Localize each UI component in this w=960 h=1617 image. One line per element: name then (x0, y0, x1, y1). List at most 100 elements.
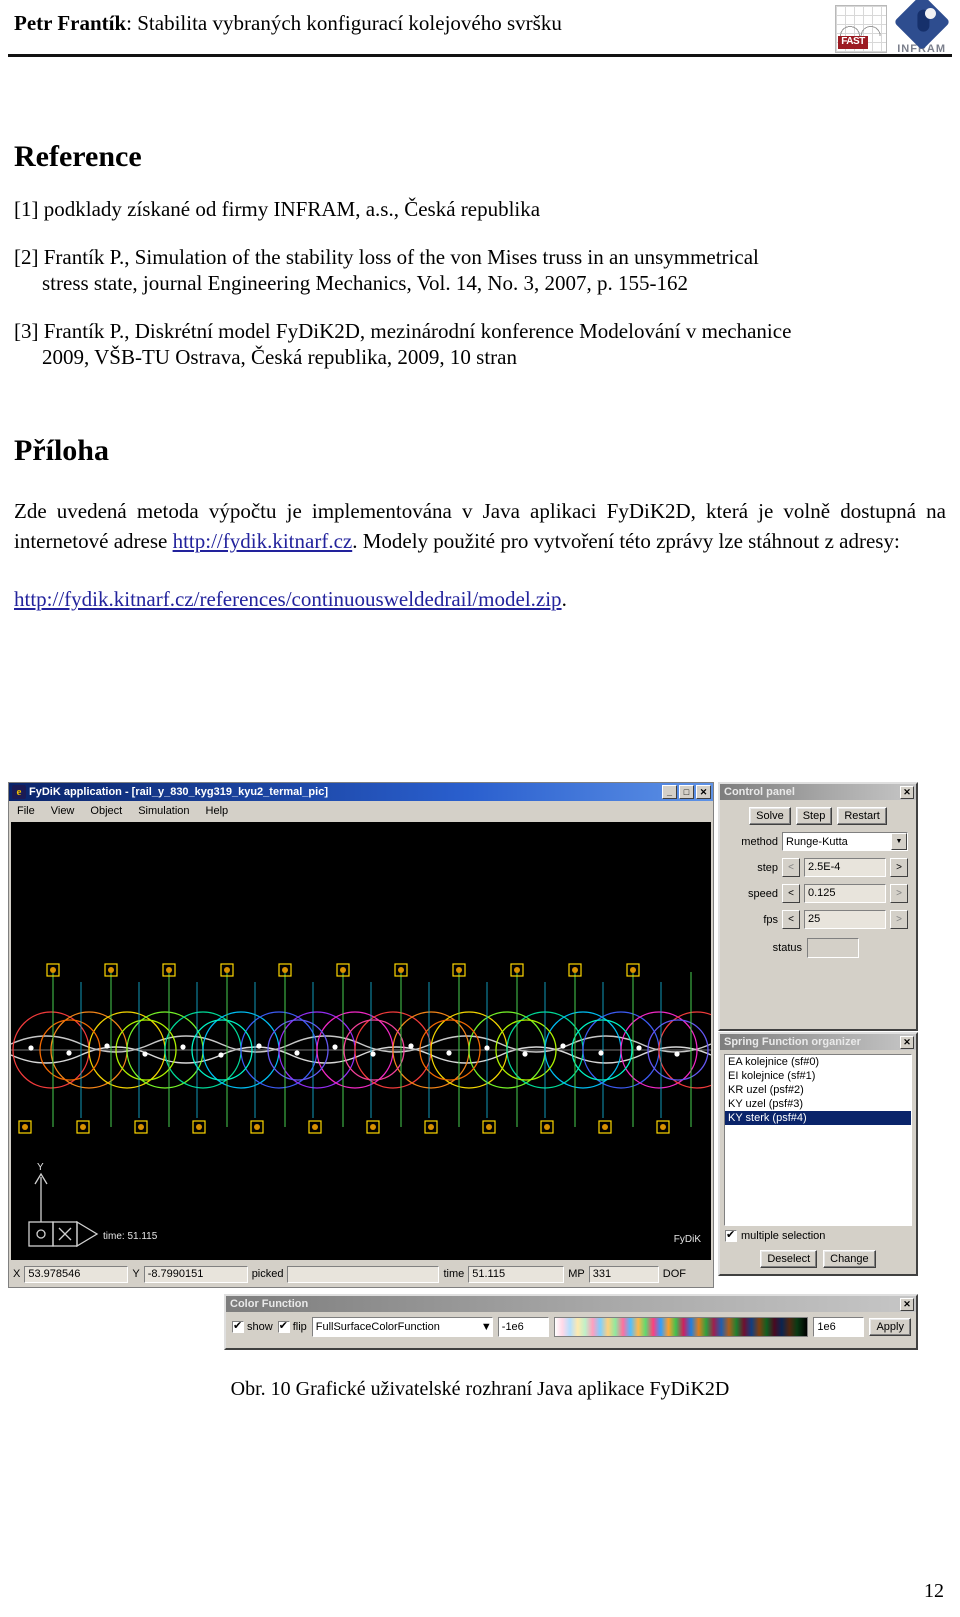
list-item-selected[interactable]: KY sterk (psf#4) (725, 1111, 911, 1125)
fps-value-field[interactable]: 25 (804, 910, 886, 929)
main-menubar: File View Object Simulation Help (9, 801, 713, 820)
status-picked-value (287, 1265, 440, 1283)
reference-3-text: [3] Frantík P., Diskrétní model FyDiK2D,… (14, 319, 792, 343)
menu-item-view[interactable]: View (51, 805, 75, 817)
color-function-select[interactable]: FullSurfaceColorFunction ▼ (311, 1317, 493, 1337)
color-gradient-bar[interactable] (553, 1317, 809, 1337)
maximize-icon[interactable]: □ (679, 785, 694, 799)
reference-item-2: [2] Frantík P., Simulation of the stabil… (14, 244, 946, 296)
menu-item-help[interactable]: Help (206, 805, 229, 817)
color-min-field[interactable]: -1e6 (497, 1317, 549, 1337)
status-mp-label: MP (568, 1268, 585, 1280)
speed-label: speed (748, 887, 778, 900)
model-download-line: http://fydik.kitnarf.cz/references/conti… (14, 586, 946, 612)
header-logos: FAST INFRAM (835, 0, 950, 55)
status-dof-label: DOF (662, 1268, 686, 1280)
menu-item-simulation[interactable]: Simulation (138, 805, 189, 817)
status-mp-value: 331 (588, 1265, 659, 1283)
multiple-selection-checkbox[interactable] (725, 1228, 737, 1242)
fps-increment-button[interactable]: > (890, 910, 908, 929)
color-max-field[interactable]: 1e6 (813, 1317, 865, 1337)
list-item[interactable]: EI kolejnice (sf#1) (725, 1069, 911, 1083)
model-zip-period: . (561, 587, 567, 611)
color-function-panel: Color Function ✕ show flip FullSurfaceCo… (224, 1294, 918, 1350)
reference-item-1: [1] podklady získané od firmy INFRAM, a.… (14, 196, 946, 222)
page-number: 12 (924, 1580, 944, 1602)
control-panel-action-buttons: Solve Step Restart (728, 807, 908, 825)
chevron-down-icon[interactable]: ▼ (891, 833, 907, 850)
spring-function-organizer-panel: Spring Function organizer ✕ EA kolejnice… (718, 1032, 918, 1276)
figure-caption: Obr. 10 Grafické uživatelské rozhraní Ja… (230, 1378, 730, 1400)
spring-organizer-buttons: Deselect Change (720, 1250, 916, 1268)
step-value-field[interactable]: 2.5E-4 (804, 858, 886, 877)
control-panel-close-icon[interactable]: ✕ (900, 785, 914, 799)
list-item[interactable]: EA kolejnice (sf#0) (725, 1055, 911, 1069)
flip-checkbox[interactable] (277, 1319, 290, 1333)
restart-button[interactable]: Restart (837, 807, 887, 825)
canvas-time-overlay: time: 51.115 (103, 1231, 158, 1242)
flip-checkbox-row[interactable]: flip (277, 1319, 307, 1333)
speed-value-field[interactable]: 0.125 (804, 884, 886, 903)
color-function-titlebar[interactable]: Color Function ✕ (226, 1296, 916, 1312)
menu-item-object[interactable]: Object (90, 805, 122, 817)
reference-3-continuation: 2009, VŠB-TU Ostrava, Česká republika, 2… (42, 345, 517, 369)
speed-increment-button[interactable]: > (890, 884, 908, 903)
fydik-site-link[interactable]: http://fydik.kitnarf.cz (173, 529, 353, 553)
fast-logo-icon: FAST (835, 4, 888, 53)
infram-logo: INFRAM (893, 0, 950, 55)
fydik-app-icon: e (12, 785, 26, 799)
step-increment-button[interactable]: > (890, 858, 908, 877)
fps-decrement-button[interactable]: < (782, 910, 800, 929)
control-panel-titlebar[interactable]: Control panel ✕ (720, 784, 916, 800)
speed-row: speed < 0.125 > (728, 884, 908, 903)
show-checkbox-row[interactable]: show (232, 1319, 273, 1333)
solve-button[interactable]: Solve (749, 807, 791, 825)
step-button[interactable]: Step (795, 807, 833, 825)
method-label: method (741, 835, 778, 848)
method-select[interactable]: Runge-Kutta ▼ (782, 832, 908, 851)
fydik-application-screenshot: e FyDiK application - [rail_y_830_kyg319… (8, 782, 918, 1352)
control-status-label: status (772, 942, 802, 954)
canvas-watermark: FyDiK (674, 1234, 702, 1245)
step-row: step < 2.5E-4 > (728, 858, 908, 877)
fps-row: fps < 25 > (728, 910, 908, 929)
method-value: Runge-Kutta (786, 835, 848, 848)
step-decrement-button[interactable]: < (782, 858, 800, 877)
show-label: show (247, 1321, 273, 1333)
simulation-canvas[interactable]: Y FyDiK time: 51.115 (11, 822, 711, 1260)
deselect-button[interactable]: Deselect (760, 1250, 818, 1268)
main-window-title: FyDiK application - [rail_y_830_kyg319_k… (29, 786, 328, 798)
control-panel-body: Solve Step Restart method Runge-Kutta ▼ … (720, 800, 916, 958)
status-time-label: time (443, 1268, 465, 1280)
reference-2-text: [2] Frantík P., Simulation of the stabil… (14, 245, 759, 269)
color-function-title: Color Function (230, 1298, 309, 1310)
list-item[interactable]: KY uzel (psf#3) (725, 1097, 911, 1111)
main-window-titlebar[interactable]: e FyDiK application - [rail_y_830_kyg319… (9, 783, 713, 801)
show-checkbox[interactable] (232, 1319, 244, 1333)
apply-button[interactable]: Apply (869, 1318, 911, 1336)
minimize-icon[interactable]: _ (662, 785, 677, 799)
spring-organizer-titlebar[interactable]: Spring Function organizer ✕ (720, 1034, 916, 1050)
multiple-selection-checkbox-row[interactable]: multiple selection (725, 1228, 916, 1242)
close-icon[interactable]: ✕ (696, 785, 711, 799)
status-picked-label: picked (251, 1268, 284, 1280)
multiple-selection-label: multiple selection (741, 1230, 826, 1242)
chevron-down-icon[interactable]: ▼ (481, 1321, 492, 1333)
status-x-label: X (13, 1268, 21, 1280)
document-content: Reference [1] podklady získané od firmy … (0, 140, 960, 612)
menu-item-file[interactable]: File (17, 805, 35, 817)
reference-item-3: [3] Frantík P., Diskrétní model FyDiK2D,… (14, 318, 946, 370)
page-header-title: Petr Frantík: Stabilita vybraných konfig… (14, 10, 946, 36)
page-header: Petr Frantík: Stabilita vybraných konfig… (0, 0, 960, 58)
method-row: method Runge-Kutta ▼ (728, 832, 908, 851)
appendix-heading: Příloha (14, 434, 109, 467)
spring-function-list[interactable]: EA kolejnice (sf#0) EI kolejnice (sf#1) … (724, 1054, 912, 1226)
speed-decrement-button[interactable]: < (782, 884, 800, 903)
list-item[interactable]: KR uzel (psf#2) (725, 1083, 911, 1097)
page-header-author: Petr Frantík (14, 11, 127, 35)
reference-2-continuation: stress state, journal Engineering Mechan… (42, 271, 689, 295)
spring-organizer-close-icon[interactable]: ✕ (900, 1035, 914, 1049)
model-zip-link[interactable]: http://fydik.kitnarf.cz/references/conti… (14, 587, 562, 611)
color-function-close-icon[interactable]: ✕ (900, 1297, 914, 1311)
change-button[interactable]: Change (823, 1250, 876, 1268)
